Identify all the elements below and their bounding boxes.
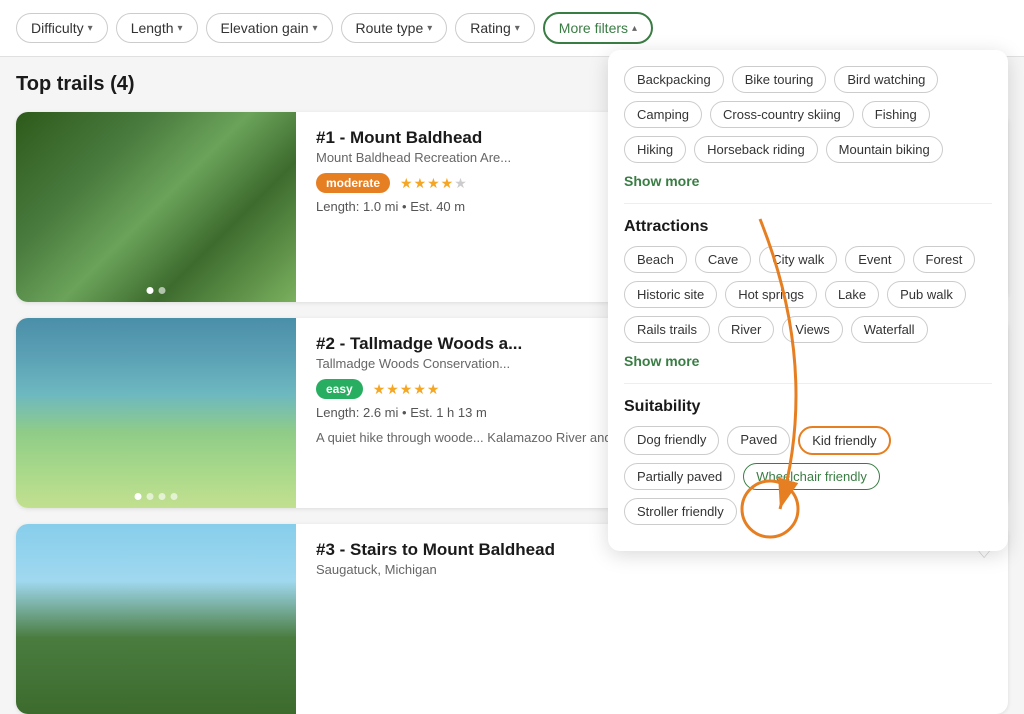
dot [147,493,154,500]
show-more-activities[interactable]: Show more [624,173,992,189]
dot [171,493,178,500]
tag-fishing[interactable]: Fishing [862,101,930,128]
tag-cave[interactable]: Cave [695,246,751,273]
tag-kid-friendly[interactable]: Kid friendly [798,426,890,455]
difficulty-badge: moderate [316,173,390,193]
attractions-tags: Beach Cave City walk Event Forest Histor… [624,246,992,343]
divider [624,203,992,204]
trail-location: Saugatuck, Michigan [316,562,988,577]
tag-dog-friendly[interactable]: Dog friendly [624,426,719,455]
chevron-down-icon: ▾ [313,23,318,34]
star-rating: ★★★★★ [373,381,441,398]
tag-rails-trails[interactable]: Rails trails [624,316,710,343]
chevron-up-icon: ▴ [632,23,637,34]
filter-rating[interactable]: Rating ▾ [455,13,535,43]
tag-cross-country[interactable]: Cross-country skiing [710,101,854,128]
dot [159,493,166,500]
tag-river[interactable]: River [718,316,774,343]
chevron-down-icon: ▾ [427,23,432,34]
filter-route-type[interactable]: Route type ▾ [341,13,448,43]
trail-image-1 [16,112,296,302]
chevron-down-icon: ▾ [178,23,183,34]
tag-hot-springs[interactable]: Hot springs [725,281,817,308]
trail-info-3: #3 - Stairs to Mount Baldhead Saugatuck,… [296,524,1008,714]
tag-beach[interactable]: Beach [624,246,687,273]
tag-city-walk[interactable]: City walk [759,246,837,273]
filter-length[interactable]: Length ▾ [116,13,198,43]
image-dots [135,493,178,500]
suitability-title: Suitability [624,398,992,416]
tag-waterfall[interactable]: Waterfall [851,316,928,343]
difficulty-badge: easy [316,379,363,399]
filter-elevation[interactable]: Elevation gain ▾ [206,13,333,43]
attractions-title: Attractions [624,218,992,236]
tag-bike-touring[interactable]: Bike touring [732,66,827,93]
tag-forest[interactable]: Forest [913,246,976,273]
tag-partially-paved[interactable]: Partially paved [624,463,735,490]
page-wrapper: Difficulty ▾ Length ▾ Elevation gain ▾ R… [0,0,1024,714]
trail-image-2 [16,318,296,508]
tag-camping[interactable]: Camping [624,101,702,128]
tag-stroller-friendly[interactable]: Stroller friendly [624,498,737,525]
tag-backpacking[interactable]: Backpacking [624,66,724,93]
star-rating: ★★★★★ [400,175,468,192]
divider [624,383,992,384]
dot [159,287,166,294]
tag-historic-site[interactable]: Historic site [624,281,717,308]
tag-mountain-biking[interactable]: Mountain biking [826,136,943,163]
chevron-down-icon: ▾ [515,23,520,34]
filters-dropdown: Backpacking Bike touring Bird watching C… [608,50,1008,551]
suitability-tags: Dog friendly Paved Kid friendly Partiall… [624,426,992,525]
dot [147,287,154,294]
tag-paved[interactable]: Paved [727,426,790,455]
trail-card: #3 - Stairs to Mount Baldhead Saugatuck,… [16,524,1008,714]
filter-more[interactable]: More filters ▴ [543,12,653,44]
filter-difficulty[interactable]: Difficulty ▾ [16,13,108,43]
tag-lake[interactable]: Lake [825,281,879,308]
tag-pub-walk[interactable]: Pub walk [887,281,966,308]
chevron-down-icon: ▾ [88,23,93,34]
tag-wheelchair-friendly[interactable]: Wheelchair friendly [743,463,880,490]
tag-views[interactable]: Views [782,316,842,343]
content-area: Top trails (4) #1 - Mount Baldhead Mount… [0,57,1024,714]
image-dots [147,287,166,294]
tag-hiking[interactable]: Hiking [624,136,686,163]
trail-image-3 [16,524,296,714]
tag-bird-watching[interactable]: Bird watching [834,66,938,93]
dot [135,493,142,500]
show-more-attractions[interactable]: Show more [624,353,992,369]
tag-event[interactable]: Event [845,246,904,273]
activities-tags: Backpacking Bike touring Bird watching C… [624,66,992,163]
tag-horseback[interactable]: Horseback riding [694,136,818,163]
filter-bar: Difficulty ▾ Length ▾ Elevation gain ▾ R… [0,0,1024,57]
